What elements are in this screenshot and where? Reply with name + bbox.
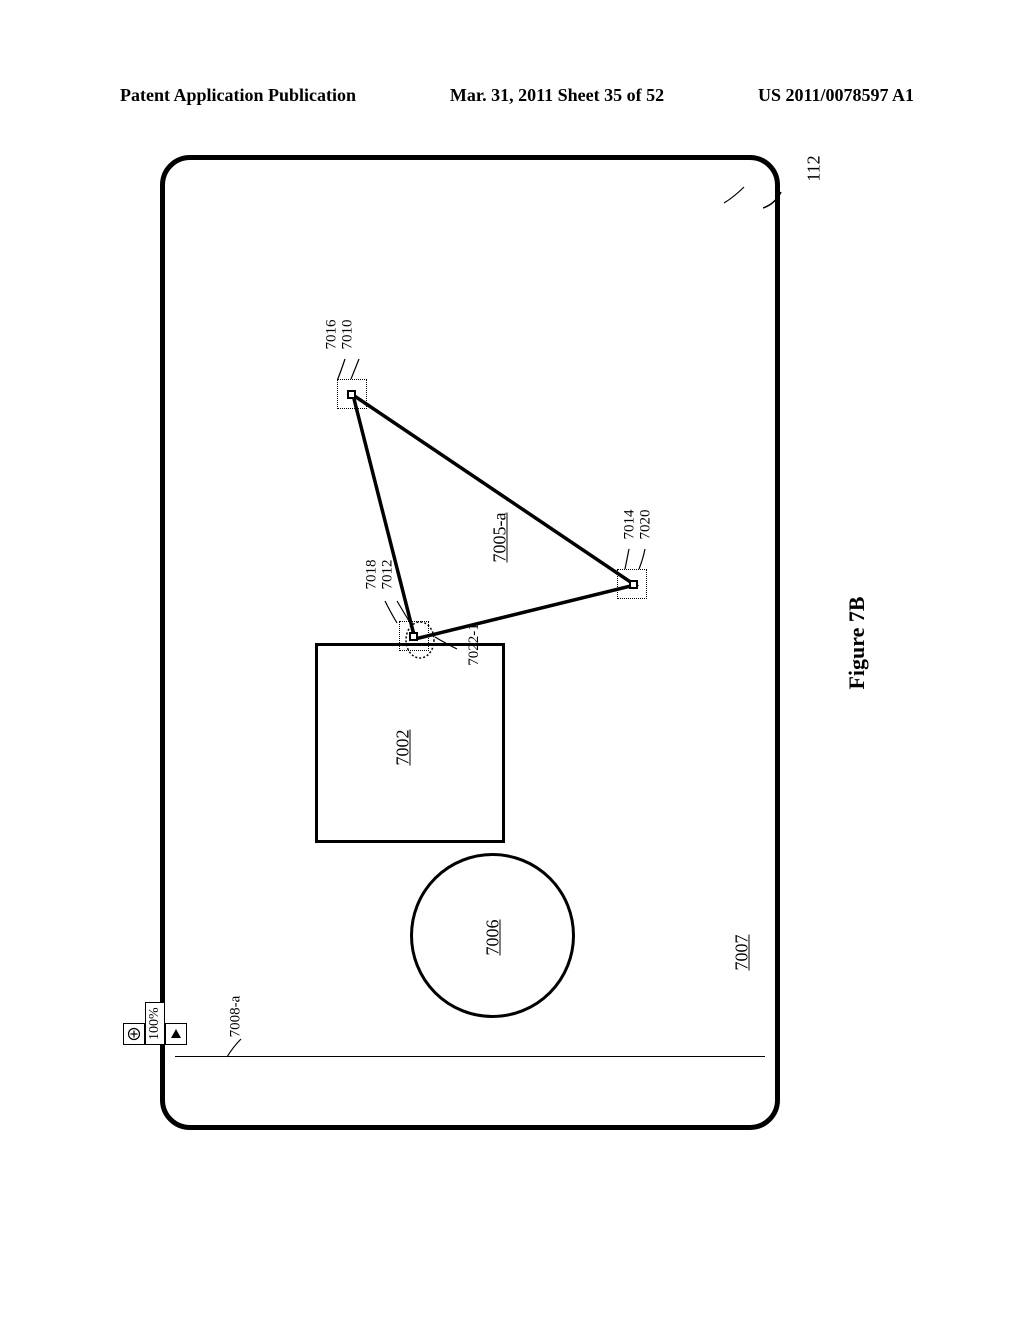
play-icon [169, 1027, 183, 1041]
touch-label: 7022-1 [466, 623, 483, 666]
vertex2-region-label: 7018 [364, 560, 381, 590]
vertex2-handle-label: 7012 [380, 560, 397, 590]
leader-7007 [722, 185, 750, 207]
canvas-ref-label: 7007 [732, 935, 753, 971]
header-left: Patent Application Publication [120, 85, 356, 106]
square-ref-label: 7002 [393, 730, 414, 766]
vertex1-handle-label: 7010 [340, 320, 357, 350]
toolbar-divider [175, 1056, 765, 1057]
leader-v3 [623, 547, 653, 573]
zoom-control: 100% [187, 1045, 230, 1109]
touch-indicator [403, 619, 437, 661]
vertex1-handle[interactable] [347, 390, 356, 399]
zoom-play-button[interactable] [165, 1023, 187, 1045]
zoom-in-button[interactable] [123, 1023, 145, 1045]
screen-area: 100% 7008-a 7007 [175, 170, 765, 1115]
vertex3-region-label: 7020 [638, 510, 655, 540]
plus-circle-icon [127, 1027, 141, 1041]
circle-ref-label: 7006 [483, 920, 504, 956]
vertex1-region-label: 7016 [324, 320, 341, 350]
leader-touch [433, 635, 461, 653]
leader-curve-112 [763, 190, 793, 210]
vertex3-handle-label: 7014 [622, 510, 639, 540]
page-header: Patent Application Publication Mar. 31, … [120, 85, 914, 106]
header-right: US 2011/0078597 A1 [758, 85, 914, 106]
zoom-value[interactable]: 100% [145, 1002, 165, 1045]
leader-v1 [337, 357, 365, 385]
triangle-ref-label: 7005-a [489, 513, 510, 563]
vertex3-handle[interactable] [629, 580, 638, 589]
figure-caption: Figure 7B [844, 596, 870, 689]
header-center: Mar. 31, 2011 Sheet 35 of 52 [450, 85, 664, 106]
figure-7b: 112 100% [120, 140, 910, 1160]
device-ref-label: 112 [803, 155, 824, 181]
device-frame: 112 100% [160, 155, 780, 1130]
drawing-canvas[interactable]: 7007 7002 7006 7005-a 7016 7010 [185, 180, 755, 1043]
